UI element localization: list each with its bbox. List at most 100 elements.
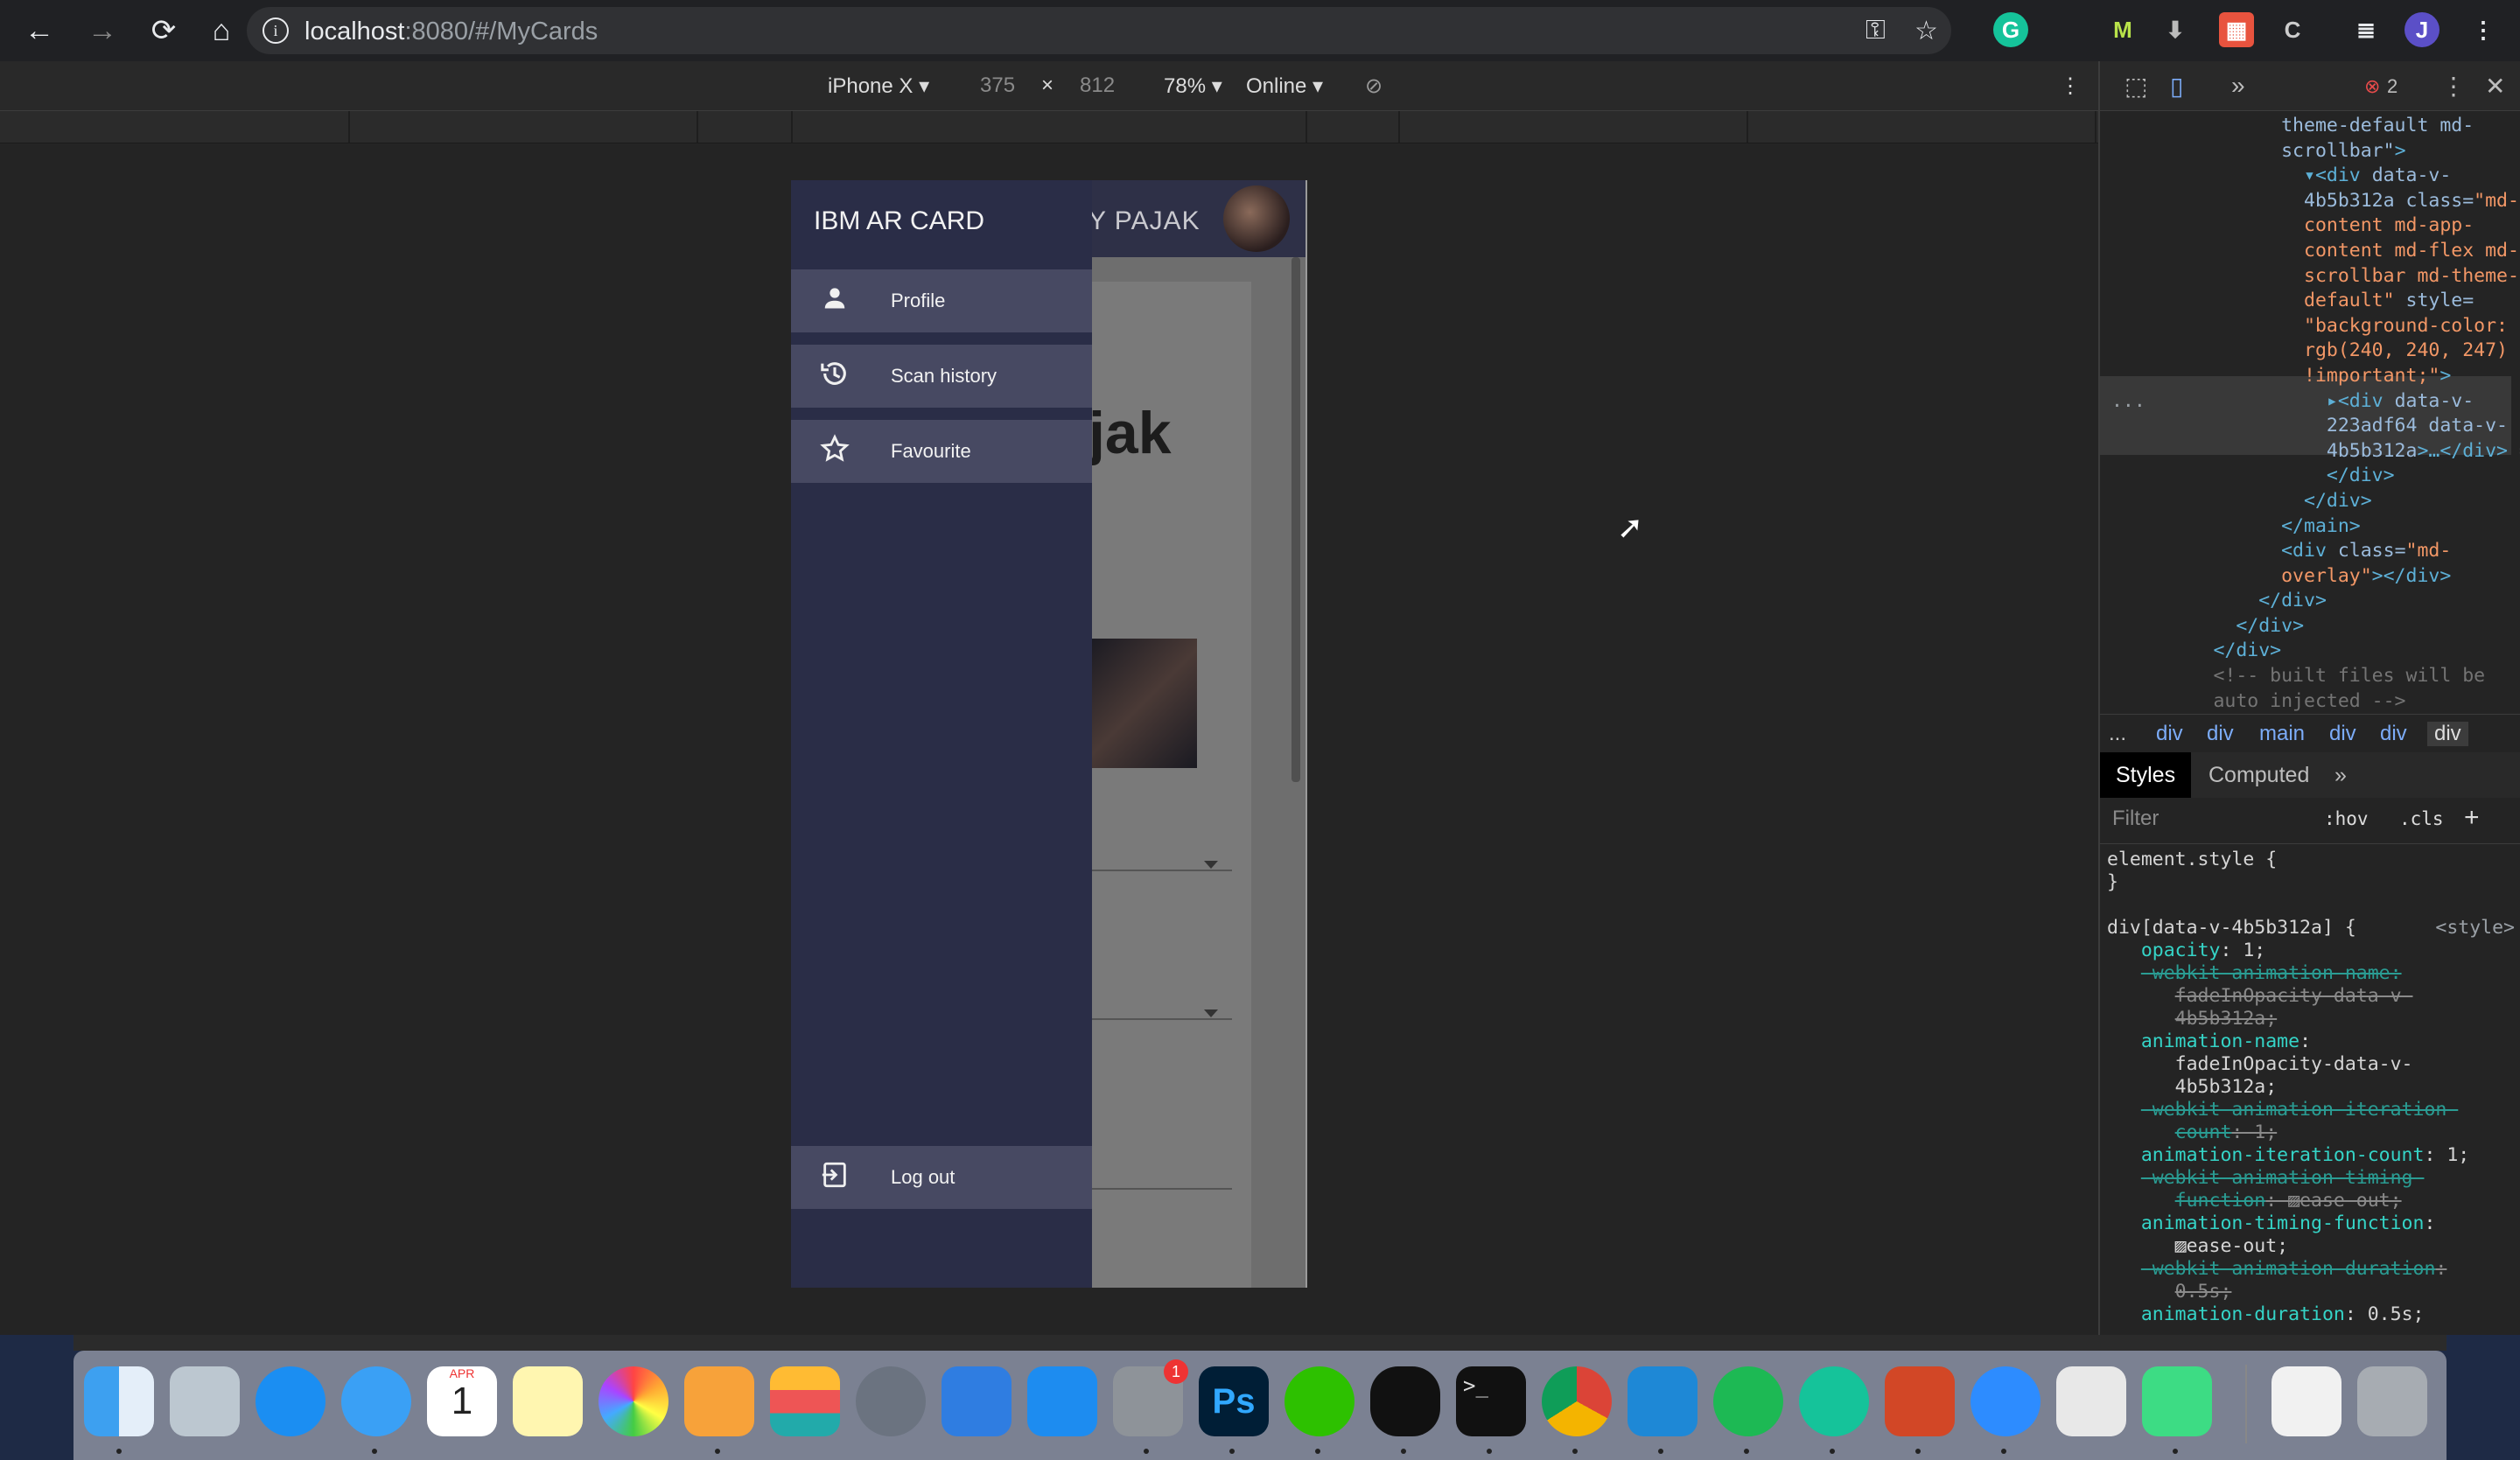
error-icon[interactable]: ⊗: [2364, 75, 2380, 98]
viewport-width[interactable]: 375: [980, 73, 1015, 98]
device-toggle-icon[interactable]: ▯: [2170, 72, 2183, 101]
hov-button[interactable]: :hov: [2324, 808, 2369, 829]
home-icon[interactable]: ⌂: [203, 12, 240, 49]
bookmark-star-icon[interactable]: ☆: [1914, 16, 1938, 46]
breadcrumb-item[interactable]: ...: [2109, 722, 2126, 746]
finder-icon[interactable]: [84, 1366, 154, 1436]
style-source-link[interactable]: <style>: [2435, 917, 2515, 939]
menu-item-logout[interactable]: Log out: [791, 1146, 1092, 1209]
vscode-icon[interactable]: [1628, 1366, 1698, 1436]
background-window-strip: [74, 1335, 2446, 1351]
tab-computed[interactable]: Computed: [2193, 752, 2325, 798]
network-throttle-select[interactable]: Online ▾: [1246, 73, 1323, 99]
reload-icon[interactable]: ⟳: [145, 12, 182, 49]
site-info-icon[interactable]: i: [262, 17, 289, 44]
star-icon: [817, 434, 852, 469]
person-icon: [817, 283, 852, 318]
chrome-icon[interactable]: [1542, 1366, 1612, 1436]
elements-tree[interactable]: theme-default md- scrollbar"> ▾<div data…: [2100, 114, 2520, 765]
breadcrumb-item[interactable]: div: [2329, 722, 2356, 746]
input-underline: [1088, 1188, 1232, 1190]
menu-item-profile[interactable]: Profile: [791, 269, 1092, 332]
cls-button[interactable]: .cls: [2399, 808, 2444, 829]
rotate-icon[interactable]: ⊘: [1365, 73, 1382, 99]
media-queue-icon[interactable]: ≣: [2348, 12, 2384, 47]
styles-pane[interactable]: element.style { } div[data-v-4b5b312a] {…: [2107, 849, 2518, 1326]
photos-icon[interactable]: [598, 1366, 668, 1436]
qq-icon[interactable]: [1370, 1366, 1440, 1436]
onetab-extension-icon[interactable]: ▦: [2219, 12, 2254, 47]
styles-filter-bar: Filter :hov .cls +: [2100, 798, 2520, 844]
new-style-rule-button[interactable]: +: [2464, 803, 2480, 833]
back-icon[interactable]: ←: [21, 12, 58, 49]
tab-styles[interactable]: Styles: [2100, 752, 2192, 798]
grammarly-extension-icon[interactable]: G: [1993, 12, 2028, 47]
inspect-element-icon[interactable]: ⬚: [2124, 72, 2147, 101]
trash-icon[interactable]: [2357, 1366, 2427, 1436]
notes-icon[interactable]: [513, 1366, 583, 1436]
launchpad-icon[interactable]: [856, 1366, 926, 1436]
chevron-down-icon[interactable]: [1204, 1009, 1218, 1017]
forward-icon[interactable]: →: [84, 12, 121, 49]
breadcrumb: ... div div main div div div: [2100, 714, 2520, 754]
menu-item-favourite[interactable]: Favourite: [791, 420, 1092, 483]
pages-icon[interactable]: [684, 1366, 754, 1436]
breadcrumb-item[interactable]: div: [2156, 722, 2183, 746]
chrome-menu-icon[interactable]: ⋮: [2466, 12, 2501, 47]
calendar-day: 1: [451, 1380, 473, 1422]
styles-tabs: Styles Computed »: [2100, 752, 2520, 799]
menu-item-label: Log out: [891, 1166, 956, 1188]
devtools-menu-icon[interactable]: ⋮: [2441, 72, 2466, 101]
styles-filter-input[interactable]: Filter: [2112, 807, 2159, 831]
numbers-icon[interactable]: [770, 1366, 840, 1436]
macos-dock: APR 1 1 Ps >_: [74, 1351, 2446, 1460]
browser-toolbar: ← → ⟳ ⌂ i localhost:8080/#/MyCards ⚿ ☆ G…: [0, 0, 2520, 61]
calendar-icon[interactable]: APR 1: [427, 1366, 497, 1436]
keynote-icon[interactable]: [942, 1366, 1012, 1436]
navigation-drawer: IBM AR CARD Profile Scan history Favouri…: [791, 180, 1092, 1288]
spotify-icon[interactable]: [1713, 1366, 1783, 1436]
device-select[interactable]: iPhone X ▾: [828, 73, 929, 99]
c-extension-icon[interactable]: C: [2275, 12, 2310, 47]
viewport-height[interactable]: 812: [1080, 73, 1115, 98]
download-extension-icon[interactable]: ⬇: [2158, 12, 2193, 47]
user-avatar[interactable]: [1223, 185, 1290, 252]
history-icon: [817, 359, 852, 394]
powerpoint-icon[interactable]: [1885, 1366, 1955, 1436]
photoshop-icon[interactable]: Ps: [1199, 1366, 1269, 1436]
url-text[interactable]: localhost:8080/#/MyCards: [304, 17, 598, 46]
drawer-title: IBM AR CARD: [814, 206, 985, 235]
chevron-down-icon[interactable]: [1204, 861, 1218, 869]
key-icon[interactable]: ⚿: [1866, 16, 1886, 45]
device-toolbar: iPhone X ▾ 375 × 812 78% ▾ Online ▾ ⊘ ⋮: [0, 61, 2098, 111]
app-store-icon[interactable]: [1027, 1366, 1097, 1436]
zoom-select[interactable]: 78% ▾: [1164, 73, 1222, 99]
preview-icon[interactable]: [170, 1366, 240, 1436]
breadcrumb-item-selected[interactable]: div: [2427, 722, 2468, 746]
textedit-icon[interactable]: [2056, 1366, 2126, 1436]
terminal-icon[interactable]: >_: [1456, 1366, 1526, 1436]
device-toolbar-menu-icon[interactable]: ⋮: [2060, 73, 2081, 99]
app-scrollbar[interactable]: [1292, 257, 1300, 782]
dropdown-underline: [1088, 1018, 1232, 1020]
error-count[interactable]: 2: [2387, 75, 2398, 98]
wechat-icon[interactable]: [1284, 1366, 1354, 1436]
meetings-icon[interactable]: [1970, 1366, 2040, 1436]
breadcrumb-item[interactable]: div: [2380, 722, 2407, 746]
more-tabs-icon[interactable]: »: [2231, 72, 2245, 100]
grammarly-icon[interactable]: [1799, 1366, 1869, 1436]
dock-divider: [2245, 1365, 2247, 1443]
close-devtools-icon[interactable]: ✕: [2485, 72, 2505, 101]
m-extension-icon[interactable]: M: [2105, 12, 2140, 47]
messages-icon[interactable]: [341, 1366, 411, 1436]
html-document-icon[interactable]: [2272, 1366, 2342, 1436]
breadcrumb-item[interactable]: div: [2207, 722, 2234, 746]
android-studio-icon[interactable]: [2142, 1366, 2212, 1436]
address-bar[interactable]: i localhost:8080/#/MyCards ⚿ ☆: [247, 7, 1951, 54]
system-preferences-icon[interactable]: 1: [1113, 1359, 1188, 1436]
profile-avatar[interactable]: J: [2404, 12, 2440, 47]
menu-item-scan-history[interactable]: Scan history: [791, 345, 1092, 408]
safari-icon[interactable]: [256, 1366, 326, 1436]
more-style-tabs-icon[interactable]: »: [2319, 752, 2362, 798]
breadcrumb-item[interactable]: main: [2259, 722, 2305, 746]
